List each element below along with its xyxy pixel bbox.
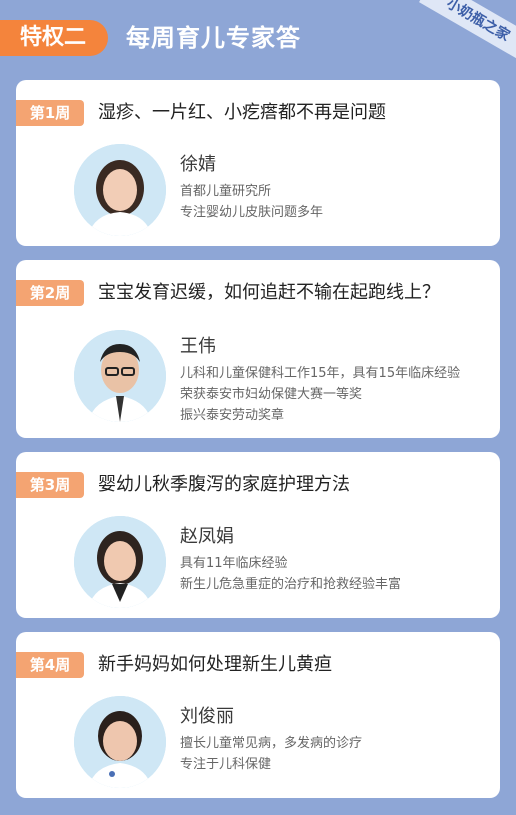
expert-name: 刘俊丽	[180, 706, 234, 727]
avatar	[74, 330, 166, 422]
avatar	[74, 144, 166, 236]
expert-info-line: 专注婴幼儿皮肤问题多年	[180, 205, 324, 220]
expert-name: 王伟	[180, 336, 216, 357]
header: 特权二 每周育儿专家答 小奶瓶之家	[0, 0, 516, 72]
page-title: 每周育儿专家答	[126, 24, 301, 52]
expert-info-line: 振兴泰安劳动奖章	[180, 408, 285, 423]
card-title: 婴幼儿秋季腹泻的家庭护理方法	[98, 474, 350, 495]
expert-info-line: 首都儿童研究所	[180, 184, 272, 199]
week-badge: 第2周	[16, 280, 84, 306]
expert-name: 赵凤娟	[180, 526, 234, 547]
week-badge: 第4周	[16, 652, 84, 678]
expert-info-line: 专注于儿科保健	[180, 757, 272, 772]
week-badge: 第3周	[16, 472, 84, 498]
expert-name: 徐婧	[180, 154, 216, 175]
expert-card-week-4[interactable]: 第4周 新手妈妈如何处理新生儿黄疸 刘俊丽 擅长儿童常见病，多发病的诊疗 专注于…	[16, 632, 500, 798]
expert-info-line: 儿科和儿童保健科工作15年，具有15年临床经验	[180, 366, 461, 381]
card-title: 宝宝发育迟缓，如何追赶不输在起跑线上？	[98, 282, 440, 303]
card-title: 湿疹、一片红、小疙瘩都不再是问题	[98, 102, 386, 123]
expert-info-line: 具有11年临床经验	[180, 556, 288, 571]
expert-info-line: 擅长儿童常见病，多发病的诊疗	[180, 736, 363, 751]
avatar	[74, 516, 166, 608]
expert-info-line: 新生儿危急重症的治疗和抢救经验丰富	[180, 577, 402, 592]
expert-info-line: 荣获泰安市妇幼保健大赛一等奖	[180, 387, 363, 402]
card-title: 新手妈妈如何处理新生儿黄疸	[98, 654, 332, 675]
expert-card-week-1[interactable]: 第1周 湿疹、一片红、小疙瘩都不再是问题 徐婧 首都儿童研究所 专注婴幼儿皮肤问…	[16, 80, 500, 246]
expert-card-week-3[interactable]: 第3周 婴幼儿秋季腹泻的家庭护理方法 赵凤娟 具有11年临床经验 新生儿危急重症…	[16, 452, 500, 618]
week-badge: 第1周	[16, 100, 84, 126]
expert-card-week-2[interactable]: 第2周 宝宝发育迟缓，如何追赶不输在起跑线上？ 王伟 儿科和儿童保健科工作15年…	[16, 260, 500, 438]
corner-ribbon: 小奶瓶之家	[419, 0, 516, 63]
privilege-tab: 特权二	[0, 20, 108, 56]
avatar	[74, 696, 166, 788]
